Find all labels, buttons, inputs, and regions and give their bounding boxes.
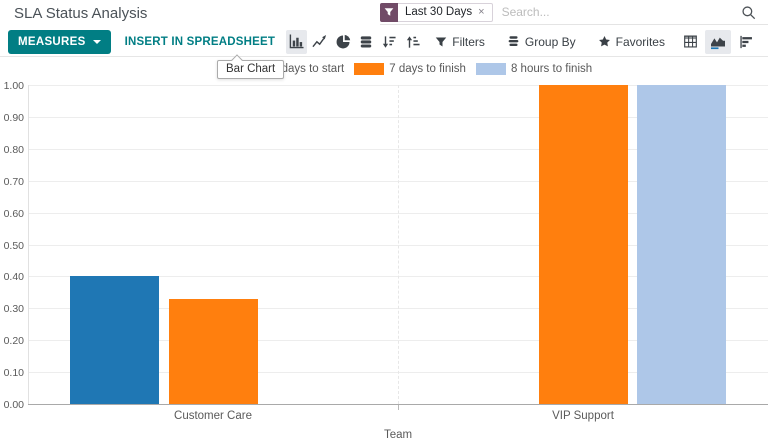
chart-region: 0.00 0.10 0.20 0.30 0.40 0.50 0.60 0.70 0.80 0.90… [0, 57, 768, 447]
bar-chart-tooltip: Bar Chart [217, 60, 284, 79]
legend-label: 7 days to finish [389, 63, 466, 75]
y-tick-label: 1.00 [0, 80, 24, 92]
cohort-view-icon [739, 35, 753, 49]
legend-item[interactable]: 7 days to finish [354, 63, 466, 75]
pivot-view-button[interactable] [677, 30, 703, 54]
bar-7-days-to-finish[interactable] [169, 299, 258, 404]
x-category-label: VIP Support [552, 410, 614, 422]
sort-descending-icon [382, 35, 396, 49]
search-bar[interactable]: Last 30 Days × [380, 0, 768, 25]
legend-swatch [354, 63, 384, 75]
sort-descending-button[interactable] [379, 30, 400, 54]
view-switcher [676, 30, 760, 54]
filter-facet[interactable]: Last 30 Days × [380, 3, 493, 22]
y-tick-label: 0.00 [0, 399, 24, 411]
y-tick-label: 0.80 [0, 144, 24, 156]
group-by-button[interactable] [507, 35, 520, 48]
bar-chart: 0.00 0.10 0.20 0.30 0.40 0.50 0.60 0.70 0.80 0.90… [0, 57, 768, 447]
caret-down-icon [93, 40, 101, 44]
filters-button[interactable]: Filters [435, 35, 485, 49]
graph-view-icon [710, 34, 726, 50]
measures-button[interactable]: MEASURES [8, 30, 111, 54]
graph-view-button[interactable] [705, 30, 731, 54]
funnel-icon [435, 36, 447, 48]
facet-remove-icon[interactable]: × [478, 7, 484, 18]
legend-swatch [476, 63, 506, 75]
layers-icon [507, 35, 520, 48]
search-input[interactable] [493, 5, 741, 19]
line-chart-button[interactable] [309, 30, 330, 54]
bar-8-hours-to-finish[interactable] [637, 85, 726, 404]
pie-chart-button[interactable] [332, 30, 353, 54]
y-tick-label: 0.90 [0, 112, 24, 124]
filter-facet-funnel-icon [380, 3, 398, 22]
y-tick-label: 0.30 [0, 303, 24, 315]
y-tick-label: 0.60 [0, 208, 24, 220]
y-tick-label: 0.50 [0, 240, 24, 252]
x-axis-title: Team [384, 429, 412, 441]
sort-ascending-button[interactable] [402, 30, 423, 54]
top-bar: SLA Status Analysis Last 30 Days × [0, 0, 768, 27]
star-icon [598, 35, 611, 48]
bar-chart-icon [289, 34, 304, 49]
y-axis-line [28, 85, 29, 404]
search-icon[interactable] [741, 5, 756, 20]
category-separator-line [398, 85, 399, 404]
bar-chart-button[interactable] [286, 30, 307, 54]
page-title: SLA Status Analysis [14, 5, 147, 22]
cohort-view-button[interactable] [733, 30, 759, 54]
y-tick-label: 0.40 [0, 271, 24, 283]
x-axis-line [28, 404, 768, 405]
y-tick-label: 0.20 [0, 335, 24, 347]
facet-label: Last 30 Days [405, 6, 472, 18]
bar-2-days-to-start[interactable] [70, 276, 159, 404]
control-panel: MEASURES INSERT IN SPREADSHEET [0, 27, 768, 57]
legend-label: 8 hours to finish [511, 63, 592, 75]
legend-item[interactable]: 8 hours to finish [476, 63, 592, 75]
stacked-icon [359, 35, 373, 49]
y-tick-label: 0.10 [0, 367, 24, 379]
stacked-toggle-button[interactable] [356, 30, 377, 54]
favorites-button[interactable]: Favorites [598, 35, 665, 49]
chart-legend: 2 days to start7 days to finish8 hours t… [237, 63, 592, 75]
group-by-label[interactable]: Group By [525, 35, 576, 49]
y-tick-label: 0.70 [0, 176, 24, 188]
line-chart-icon [312, 34, 327, 49]
pivot-view-icon [683, 34, 698, 49]
x-category-label: Customer Care [174, 410, 252, 422]
bar-7-days-to-finish[interactable] [539, 85, 628, 404]
pie-chart-icon [336, 34, 351, 49]
sort-ascending-icon [406, 35, 420, 49]
insert-in-spreadsheet-button[interactable]: INSERT IN SPREADSHEET [125, 36, 276, 48]
